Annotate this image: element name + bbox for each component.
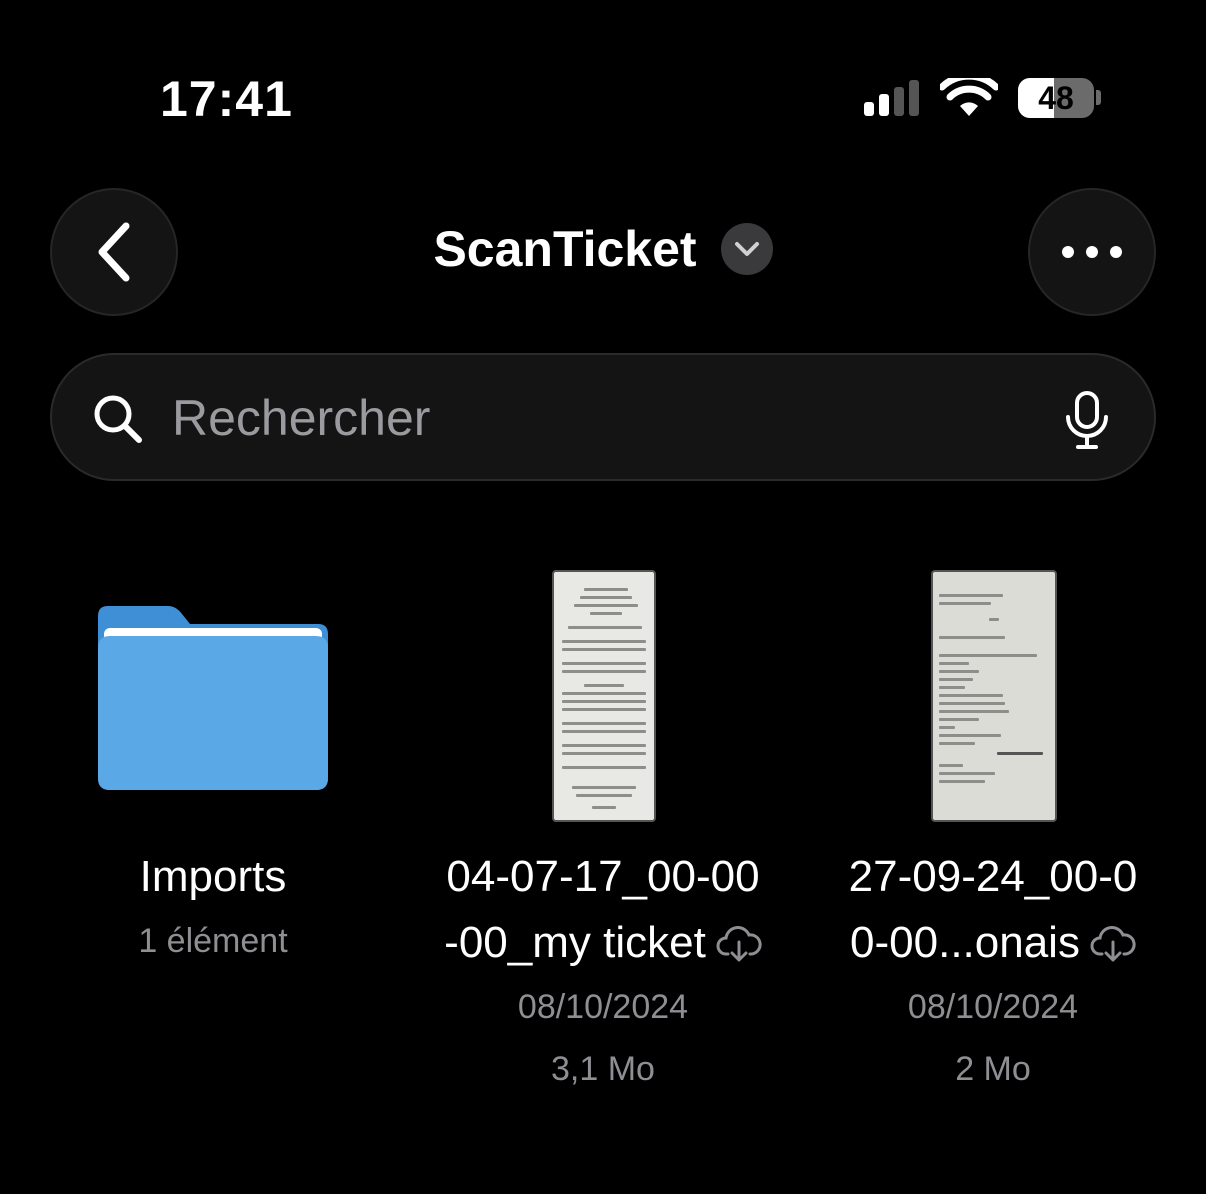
item-count: 1 élément bbox=[138, 922, 288, 960]
cloud-download-icon bbox=[716, 926, 762, 962]
battery-percent: 48 bbox=[1038, 80, 1074, 116]
item-name-line2-row: -00_my ticket bbox=[418, 910, 788, 976]
title-menu-button[interactable] bbox=[720, 223, 773, 275]
chevron-down-icon bbox=[734, 242, 759, 256]
search-bar[interactable] bbox=[50, 353, 1156, 481]
wifi-icon bbox=[938, 72, 1000, 123]
cloud-download-icon bbox=[1090, 926, 1136, 962]
search-icon bbox=[94, 395, 142, 443]
item-size: 3,1 Mo bbox=[551, 1050, 655, 1088]
ellipsis-icon bbox=[1062, 246, 1122, 258]
screen: 17:41 48 ScanTicket Rechercher Imports 1… bbox=[0, 0, 1206, 1194]
item-name-line2: -00_my ticket bbox=[444, 918, 706, 967]
item-name: Imports bbox=[139, 852, 287, 901]
file-thumbnail bbox=[552, 570, 656, 822]
battery-icon: 48 bbox=[1018, 78, 1094, 118]
item-date: 08/10/2024 bbox=[907, 988, 1079, 1026]
battery-nub bbox=[1096, 90, 1101, 105]
page-title[interactable]: ScanTicket bbox=[433, 220, 696, 278]
folder-icon bbox=[98, 606, 328, 790]
cellular-signal-icon bbox=[864, 80, 924, 116]
item-size: 2 Mo bbox=[955, 1050, 1031, 1088]
folder-item-imports[interactable]: Imports 1 élément bbox=[50, 560, 376, 980]
item-name-line2: 0-00...onais bbox=[850, 918, 1080, 967]
file-item-2[interactable]: 27-09-24_00-0 0-00...onais 08/10/2024 2 … bbox=[820, 560, 1166, 1100]
status-time: 17:41 bbox=[160, 71, 293, 127]
item-name-line1: 27-09-24_00-0 bbox=[848, 852, 1138, 901]
item-name-line1: 04-07-17_00-00 bbox=[446, 852, 760, 901]
title-bar: ScanTicket bbox=[0, 220, 1206, 278]
search-input[interactable] bbox=[170, 381, 1034, 455]
item-date: 08/10/2024 bbox=[517, 988, 689, 1026]
file-item-1[interactable]: 04-07-17_00-00 -00_my ticket 08/10/2024 … bbox=[418, 560, 788, 1100]
file-thumbnail bbox=[931, 570, 1057, 822]
microphone-icon[interactable] bbox=[1064, 391, 1110, 451]
item-name-line2-row: 0-00...onais bbox=[820, 910, 1166, 976]
more-options-button[interactable] bbox=[1028, 188, 1156, 316]
